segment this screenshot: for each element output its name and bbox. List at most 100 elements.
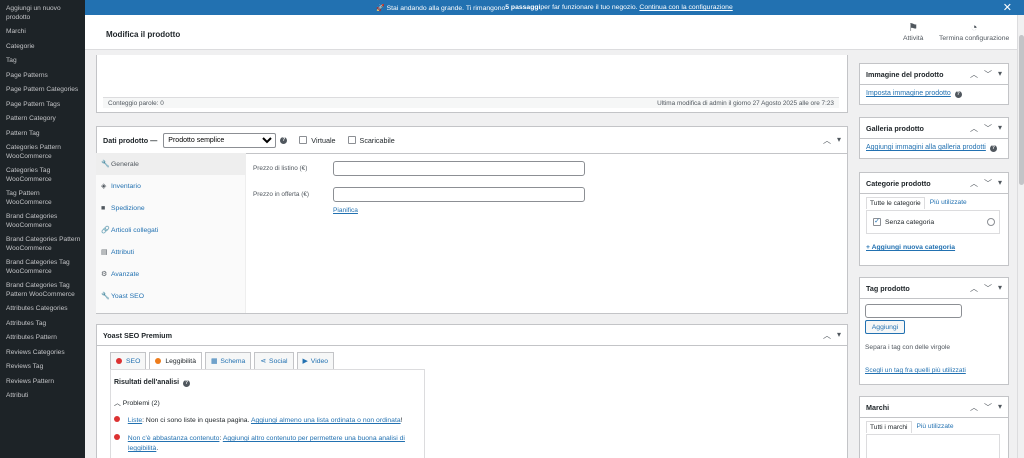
tab-schema[interactable]: ▦ Schema xyxy=(204,352,252,369)
chevron-up-icon[interactable]: ︿ xyxy=(970,402,978,413)
product-data-header: Dati prodotto — Prodotto semplice ? Virt… xyxy=(97,127,847,154)
tags-title: Tag prodotto xyxy=(866,283,910,293)
notice-continue-link[interactable]: Continua con la configurazione xyxy=(639,4,732,11)
sidebar-item[interactable]: Pattern Tag xyxy=(0,130,85,145)
tab-spedizione[interactable]: ■ Spedizione xyxy=(96,197,245,219)
close-icon[interactable]: ✕ xyxy=(1003,1,1012,14)
tab-seo[interactable]: SEO xyxy=(110,352,147,369)
sidebar-item[interactable]: Brand Categories Tag Pattern WooCommerce xyxy=(0,282,85,305)
sidebar-item[interactable]: Attributes Pattern xyxy=(0,334,85,349)
sidebar-item[interactable]: Reviews Categories xyxy=(0,349,85,364)
activity-button[interactable]: ⚑ Attività xyxy=(903,22,923,42)
sidebar-item[interactable]: Attributes Categories xyxy=(0,305,85,320)
tab-social-label: Social xyxy=(269,357,288,365)
add-tag-button[interactable]: Aggiungi xyxy=(865,320,905,334)
chevron-down-icon[interactable]: ﹀ xyxy=(984,178,992,189)
finish-setup-button[interactable]: ◔ Termina configurazione xyxy=(939,22,1009,42)
sidebar-item[interactable]: Page Pattern Tags xyxy=(0,101,85,116)
sidebar-item[interactable]: Categories Tag WooCommerce xyxy=(0,167,85,190)
tab-all-categories[interactable]: Tutte le categorie xyxy=(866,197,925,209)
sidebar-item[interactable]: Categorie xyxy=(0,43,85,58)
help-icon[interactable]: ? xyxy=(183,380,191,387)
sidebar-item[interactable]: Reviews Pattern xyxy=(0,378,85,393)
triangle-down-icon[interactable]: ▾ xyxy=(837,135,841,146)
analysis-title-text: Risultati dell'analisi xyxy=(114,379,180,386)
scrollbar-thumb[interactable] xyxy=(1019,35,1024,185)
tab-articoli-collegati[interactable]: 🔗 Articoli collegati xyxy=(96,219,245,241)
chevron-up-icon[interactable]: ︿ xyxy=(823,135,831,146)
help-icon[interactable]: ? xyxy=(954,91,962,98)
tab-attributi[interactable]: ▤ Attributi xyxy=(96,241,245,263)
problem-lists-text: : Non ci sono liste in questa pagina. xyxy=(142,417,251,424)
triangle-down-icon[interactable]: ▾ xyxy=(998,402,1002,413)
problems-toggle[interactable]: ︿ Problemi (2) xyxy=(114,397,160,407)
sidebar-item[interactable]: Tag Pattern WooCommerce xyxy=(0,190,85,213)
tab-brands-most-used[interactable]: Più utilizzate xyxy=(912,421,959,433)
problem-content-link[interactable]: Non c'è abbastanza contenuto xyxy=(128,435,220,442)
sale-price-input[interactable] xyxy=(333,187,585,202)
sidebar-item[interactable]: Aggiungi un nuovo prodotto xyxy=(0,0,85,28)
help-icon[interactable]: ? xyxy=(280,136,288,144)
chevron-down-icon[interactable]: ﹀ xyxy=(984,402,992,413)
chevron-up-icon[interactable]: ︿ xyxy=(970,283,978,294)
sidebar-item[interactable]: Reviews Tag xyxy=(0,363,85,378)
sidebar-item[interactable]: Categories Pattern WooCommerce xyxy=(0,144,85,167)
sidebar-item[interactable]: Brand Categories WooCommerce xyxy=(0,213,85,236)
tab-label: Articoli collegati xyxy=(111,226,159,234)
tab-yoast-seo[interactable]: 🔧 Yoast SEO xyxy=(96,285,245,307)
tab-readability[interactable]: Leggibilità xyxy=(149,352,202,369)
primary-radio[interactable] xyxy=(987,218,995,226)
sidebar-item[interactable]: Attributi xyxy=(0,392,85,407)
tab-video[interactable]: ▶ Video xyxy=(296,352,335,369)
set-image-link[interactable]: Imposta immagine prodotto xyxy=(866,90,951,97)
tab-all-brands[interactable]: Tutti i marchi xyxy=(866,421,912,433)
product-type-select[interactable]: Prodotto semplice xyxy=(163,132,277,148)
chevron-up-icon[interactable]: ︿ xyxy=(970,123,978,134)
sidebar-item[interactable]: Tag xyxy=(0,57,85,72)
tab-inventario[interactable]: ◈ Inventario xyxy=(96,175,245,197)
tab-most-used[interactable]: Più utilizzate xyxy=(925,197,972,209)
tab-social[interactable]: ⋖ Social xyxy=(254,352,294,369)
chevron-down-icon[interactable]: ﹀ xyxy=(984,123,992,134)
triangle-down-icon[interactable]: ▾ xyxy=(998,283,1002,294)
add-gallery-link[interactable]: Aggiungi immagini alla galleria prodotti xyxy=(866,144,986,151)
schedule-link[interactable]: Pianifica xyxy=(333,207,358,214)
sidebar-item[interactable]: Page Patterns xyxy=(0,72,85,87)
tab-generale[interactable]: 🔧 Generale xyxy=(96,153,245,175)
sidebar-item[interactable]: Pattern Category xyxy=(0,115,85,130)
choose-tag-link[interactable]: Scegli un tag fra quelli più utilizzati xyxy=(865,367,966,374)
chevron-down-icon[interactable]: ﹀ xyxy=(984,69,992,80)
chevron-down-icon[interactable]: ﹀ xyxy=(984,283,992,294)
triangle-down-icon[interactable]: ▾ xyxy=(837,330,841,341)
triangle-down-icon[interactable]: ▾ xyxy=(998,178,1002,189)
tab-avanzate[interactable]: ⚙ Avanzate xyxy=(96,263,245,285)
virtual-checkbox[interactable] xyxy=(299,136,308,144)
triangle-down-icon[interactable]: ▾ xyxy=(998,69,1002,80)
sidebar-item[interactable]: Attributes Tag xyxy=(0,320,85,335)
yoast-title: Yoast SEO Premium xyxy=(103,330,172,340)
problem-lists-link[interactable]: Liste xyxy=(128,417,142,424)
video-icon: ▶ xyxy=(302,358,308,365)
page-header: Modifica il prodotto ⚑ Attività ◔ Termin… xyxy=(85,15,1017,50)
tag-input[interactable] xyxy=(865,304,962,318)
downloadable-checkbox[interactable] xyxy=(347,136,356,144)
scrollbar[interactable] xyxy=(1017,15,1024,458)
chevron-up-icon[interactable]: ︿ xyxy=(823,330,831,341)
chevron-up-icon[interactable]: ︿ xyxy=(970,69,978,80)
page-title: Modifica il prodotto xyxy=(106,30,181,39)
tab-label: Attributi xyxy=(111,248,135,256)
categories-header: Categorie prodotto ︿ ﹀ ▾ xyxy=(860,173,1008,194)
chevron-up-icon[interactable]: ︿ xyxy=(970,178,978,189)
brands-box: Marchi ︿ ﹀ ▾ Tutti i marchi Più utilizzate xyxy=(859,396,1009,458)
list-icon: ▤ xyxy=(101,249,108,256)
help-icon[interactable]: ? xyxy=(989,145,997,152)
sidebar-item[interactable]: Page Pattern Categories xyxy=(0,86,85,101)
triangle-down-icon[interactable]: ▾ xyxy=(998,123,1002,134)
sidebar-item[interactable]: Marchi xyxy=(0,28,85,43)
category-checkbox[interactable]: ✓ xyxy=(873,218,881,226)
problem-lists-fix-link[interactable]: Aggiungi almeno una lista ordinata o non… xyxy=(251,417,401,424)
sidebar-item[interactable]: Brand Categories Pattern WooCommerce xyxy=(0,236,85,259)
regular-price-input[interactable] xyxy=(333,161,585,176)
sidebar-item[interactable]: Brand Categories Tag WooCommerce xyxy=(0,259,85,282)
add-category-link[interactable]: + Aggiungi nuova categoria xyxy=(866,244,955,251)
